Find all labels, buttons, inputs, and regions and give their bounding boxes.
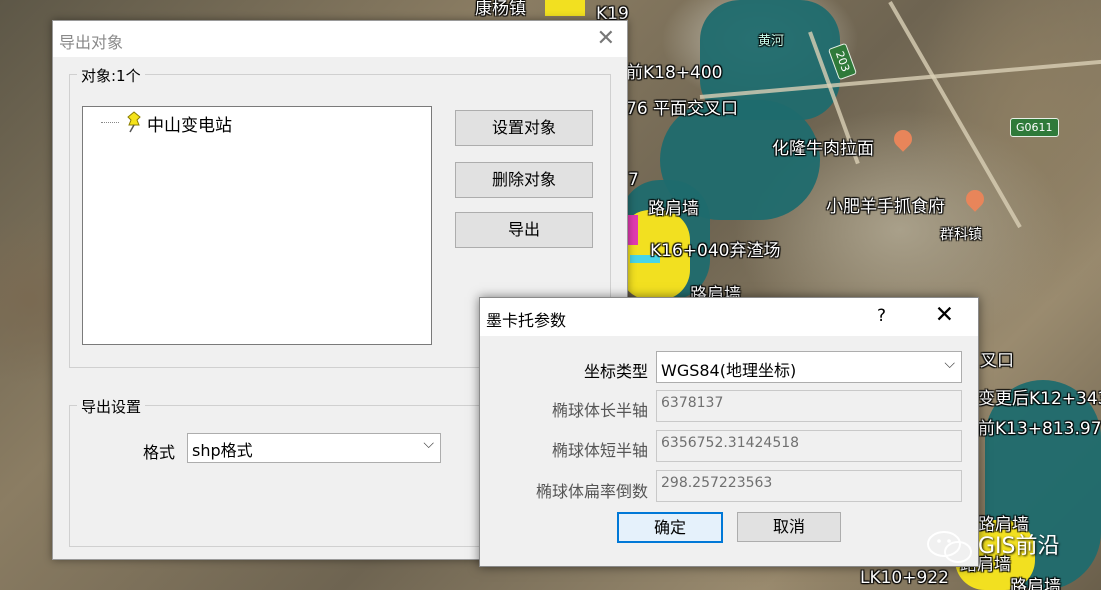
map-label: 康杨镇 bbox=[475, 0, 526, 19]
help-icon[interactable]: ? bbox=[877, 306, 886, 326]
export-button[interactable]: 导出 bbox=[455, 212, 593, 248]
map-label: 76 平面交叉口 bbox=[626, 99, 739, 119]
semi-minor-label: 椭球体短半轴 bbox=[551, 441, 648, 460]
watermark-text: GIS前沿 bbox=[978, 534, 1060, 559]
map-label: LK10+922 bbox=[860, 568, 949, 588]
highlight-segment bbox=[545, 0, 585, 16]
semi-major-label: 椭球体长半轴 bbox=[551, 401, 648, 420]
semi-minor-value: 6356752.31424518 bbox=[661, 435, 800, 451]
map-label: 小肥羊手抓食府 bbox=[826, 197, 945, 217]
dialog-title: 墨卡托参数 bbox=[486, 311, 567, 330]
chevron-down-icon: ⌵ bbox=[423, 436, 434, 452]
mercator-params-dialog: 墨卡托参数 ? ✕ 坐标类型 WGS84(地理坐标) ⌵ 椭球体长半轴 6378… bbox=[479, 297, 979, 567]
coord-type-label: 坐标类型 bbox=[583, 362, 648, 381]
inverse-flattening-label: 椭球体扁率倒数 bbox=[535, 482, 648, 501]
map-label: 叉口 bbox=[980, 351, 1014, 371]
ok-button[interactable]: 确定 bbox=[617, 512, 723, 543]
coord-type-select[interactable]: WGS84(地理坐标) ⌵ bbox=[656, 351, 962, 383]
semi-major-field: 6378137 bbox=[656, 390, 962, 422]
tree-connector bbox=[101, 122, 119, 123]
wechat-icon bbox=[926, 530, 974, 568]
semi-major-value: 6378137 bbox=[661, 395, 724, 411]
delete-object-button[interactable]: 删除对象 bbox=[455, 162, 593, 198]
map-label: 7 bbox=[628, 170, 639, 190]
map-label: 前K13+813.970 bbox=[978, 419, 1101, 439]
title-bar[interactable]: 墨卡托参数 ? ✕ bbox=[480, 298, 978, 336]
map-label: 变更后K12+343. bbox=[978, 389, 1101, 409]
map-label: K16+040弃渣场 bbox=[650, 241, 781, 261]
route-shield: G0611 bbox=[1010, 118, 1059, 137]
pushpin-icon bbox=[125, 111, 143, 137]
object-tree[interactable]: 中山变电站 bbox=[82, 106, 432, 345]
export-settings-label: 导出设置 bbox=[77, 396, 146, 417]
close-icon[interactable]: ✕ bbox=[597, 26, 615, 51]
coord-type-value: WGS84(地理坐标) bbox=[661, 361, 797, 380]
map-label: 群科镇 bbox=[940, 227, 982, 243]
cancel-button[interactable]: 取消 bbox=[737, 512, 841, 542]
title-bar[interactable]: 导出对象 ✕ bbox=[53, 21, 627, 57]
map-label: 路肩墙 bbox=[648, 199, 699, 219]
objects-group-label: 对象:1个 bbox=[77, 65, 145, 86]
restaurant-pin-icon[interactable] bbox=[962, 186, 988, 212]
tree-item-label[interactable]: 中山变电站 bbox=[147, 111, 232, 136]
map-label: 前K18+400 bbox=[626, 63, 723, 83]
chevron-down-icon: ⌵ bbox=[944, 356, 955, 372]
set-object-button[interactable]: 设置对象 bbox=[455, 110, 593, 146]
inverse-flattening-value: 298.257223563 bbox=[661, 475, 773, 491]
inverse-flattening-field: 298.257223563 bbox=[656, 470, 962, 502]
close-icon[interactable]: ✕ bbox=[935, 302, 954, 328]
map-label: 化隆牛肉拉面 bbox=[772, 139, 874, 159]
dialog-title: 导出对象 bbox=[59, 33, 124, 52]
map-label: 黄河 bbox=[758, 34, 785, 49]
format-value: shp格式 bbox=[192, 441, 253, 460]
restaurant-pin-icon[interactable] bbox=[890, 126, 916, 152]
semi-minor-field: 6356752.31424518 bbox=[656, 430, 962, 462]
format-label: 格式 bbox=[143, 443, 176, 462]
map-label: 路肩墙 bbox=[1010, 577, 1061, 590]
format-select[interactable]: shp格式 ⌵ bbox=[187, 433, 441, 463]
